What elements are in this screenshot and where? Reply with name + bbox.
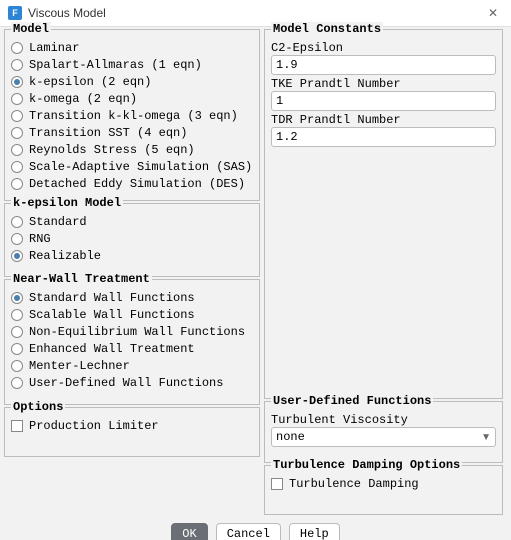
model-option-sas[interactable]: Scale-Adaptive Simulation (SAS) <box>11 158 253 175</box>
option-label: Turbulence Damping <box>289 477 419 491</box>
nwt-option-user-defined-wall[interactable]: User-Defined Wall Functions <box>11 374 253 391</box>
tdo-group-title: Turbulence Damping Options <box>271 458 462 472</box>
radio-icon[interactable] <box>11 127 23 139</box>
radio-icon[interactable] <box>11 360 23 372</box>
model-option-transition-sst[interactable]: Transition SST (4 eqn) <box>11 124 253 141</box>
radio-icon[interactable] <box>11 76 23 88</box>
option-label: Reynolds Stress (5 eqn) <box>29 143 195 157</box>
option-label: Transition SST (4 eqn) <box>29 126 187 140</box>
option-label: Production Limiter <box>29 419 159 433</box>
model-option-k-omega[interactable]: k-omega (2 eqn) <box>11 90 253 107</box>
radio-icon[interactable] <box>11 178 23 190</box>
option-label: Realizable <box>29 249 101 263</box>
tdr-prandtl-label: TDR Prandtl Number <box>271 113 496 127</box>
ok-button[interactable]: OK <box>171 523 207 540</box>
keps-option-standard[interactable]: Standard <box>11 213 253 230</box>
dialog-button-row: OK Cancel Help <box>0 515 511 540</box>
tdr-prandtl-input[interactable] <box>271 127 496 147</box>
option-label: Scalable Wall Functions <box>29 308 195 322</box>
tke-prandtl-label: TKE Prandtl Number <box>271 77 496 91</box>
viscous-model-dialog: F Viscous Model ✕ Model Laminar Spalart-… <box>0 0 511 540</box>
constants-spacer <box>271 147 496 392</box>
model-option-transition-kklomega[interactable]: Transition k-kl-omega (3 eqn) <box>11 107 253 124</box>
option-turbulence-damping[interactable]: Turbulence Damping <box>271 475 496 492</box>
title-left: F Viscous Model <box>8 6 106 20</box>
near-wall-treatment-group: Near-Wall Treatment Standard Wall Functi… <box>4 279 260 405</box>
turbulent-viscosity-label: Turbulent Viscosity <box>271 413 496 427</box>
option-label: Transition k-kl-omega (3 eqn) <box>29 109 238 123</box>
model-option-laminar[interactable]: Laminar <box>11 39 253 56</box>
close-icon[interactable]: ✕ <box>483 6 503 20</box>
option-label: User-Defined Wall Functions <box>29 376 223 390</box>
constants-group-title: Model Constants <box>271 22 383 36</box>
radio-icon[interactable] <box>11 161 23 173</box>
options-group-title: Options <box>11 400 65 414</box>
help-button[interactable]: Help <box>289 523 340 540</box>
keps-option-rng[interactable]: RNG <box>11 230 253 247</box>
keps-option-realizable[interactable]: Realizable <box>11 247 253 264</box>
nwt-option-standard-wall[interactable]: Standard Wall Functions <box>11 289 253 306</box>
option-label: Detached Eddy Simulation (DES) <box>29 177 245 191</box>
option-label: Spalart-Allmaras (1 eqn) <box>29 58 202 72</box>
tke-prandtl-input[interactable] <box>271 91 496 111</box>
radio-icon[interactable] <box>11 110 23 122</box>
turbulent-viscosity-select[interactable]: none ▼ <box>271 427 496 447</box>
radio-icon[interactable] <box>11 250 23 262</box>
option-label: Standard Wall Functions <box>29 291 195 305</box>
model-option-spalart-allmaras[interactable]: Spalart-Allmaras (1 eqn) <box>11 56 253 73</box>
cancel-button[interactable]: Cancel <box>216 523 281 540</box>
option-label: k-epsilon (2 eqn) <box>29 75 151 89</box>
nwt-option-menter-lechner[interactable]: Menter-Lechner <box>11 357 253 374</box>
nwt-option-nonequilibrium-wall[interactable]: Non-Equilibrium Wall Functions <box>11 323 253 340</box>
radio-icon[interactable] <box>11 233 23 245</box>
option-label: RNG <box>29 232 51 246</box>
titlebar: F Viscous Model ✕ <box>0 0 511 27</box>
model-group-title: Model <box>11 22 51 36</box>
model-option-des[interactable]: Detached Eddy Simulation (DES) <box>11 175 253 192</box>
left-column: Model Laminar Spalart-Allmaras (1 eqn) k… <box>4 29 260 515</box>
content-area: Model Laminar Spalart-Allmaras (1 eqn) k… <box>0 27 511 515</box>
app-icon: F <box>8 6 22 20</box>
option-label: Standard <box>29 215 87 229</box>
option-production-limiter[interactable]: Production Limiter <box>11 417 253 434</box>
k-epsilon-model-group: k-epsilon Model Standard RNG Realizable <box>4 203 260 277</box>
model-group: Model Laminar Spalart-Allmaras (1 eqn) k… <box>4 29 260 201</box>
radio-icon[interactable] <box>11 326 23 338</box>
right-column: Model Constants C2-Epsilon TKE Prandtl N… <box>264 29 503 515</box>
nwt-option-scalable-wall[interactable]: Scalable Wall Functions <box>11 306 253 323</box>
radio-icon[interactable] <box>11 144 23 156</box>
radio-icon[interactable] <box>11 59 23 71</box>
window-title: Viscous Model <box>28 6 106 20</box>
radio-icon[interactable] <box>11 93 23 105</box>
option-label: Menter-Lechner <box>29 359 130 373</box>
c2-epsilon-label: C2-Epsilon <box>271 41 496 55</box>
nwt-option-enhanced-wall[interactable]: Enhanced Wall Treatment <box>11 340 253 357</box>
nwt-group-title: Near-Wall Treatment <box>11 272 152 286</box>
radio-icon[interactable] <box>11 377 23 389</box>
checkbox-icon[interactable] <box>11 420 23 432</box>
udf-group: User-Defined Functions Turbulent Viscosi… <box>264 401 503 463</box>
turbulence-damping-group: Turbulence Damping Options Turbulence Da… <box>264 465 503 515</box>
radio-icon[interactable] <box>11 309 23 321</box>
options-group: Options Production Limiter <box>4 407 260 457</box>
radio-icon[interactable] <box>11 216 23 228</box>
checkbox-icon[interactable] <box>271 478 283 490</box>
model-option-reynolds-stress[interactable]: Reynolds Stress (5 eqn) <box>11 141 253 158</box>
udf-group-title: User-Defined Functions <box>271 394 433 408</box>
option-label: Non-Equilibrium Wall Functions <box>29 325 245 339</box>
select-value: none <box>276 430 305 444</box>
model-option-k-epsilon[interactable]: k-epsilon (2 eqn) <box>11 73 253 90</box>
chevron-down-icon: ▼ <box>481 432 491 443</box>
keps-group-title: k-epsilon Model <box>11 196 123 210</box>
radio-icon[interactable] <box>11 343 23 355</box>
c2-epsilon-input[interactable] <box>271 55 496 75</box>
model-constants-group: Model Constants C2-Epsilon TKE Prandtl N… <box>264 29 503 399</box>
option-label: Laminar <box>29 41 79 55</box>
radio-icon[interactable] <box>11 292 23 304</box>
option-label: k-omega (2 eqn) <box>29 92 137 106</box>
radio-icon[interactable] <box>11 42 23 54</box>
option-label: Scale-Adaptive Simulation (SAS) <box>29 160 252 174</box>
option-label: Enhanced Wall Treatment <box>29 342 195 356</box>
